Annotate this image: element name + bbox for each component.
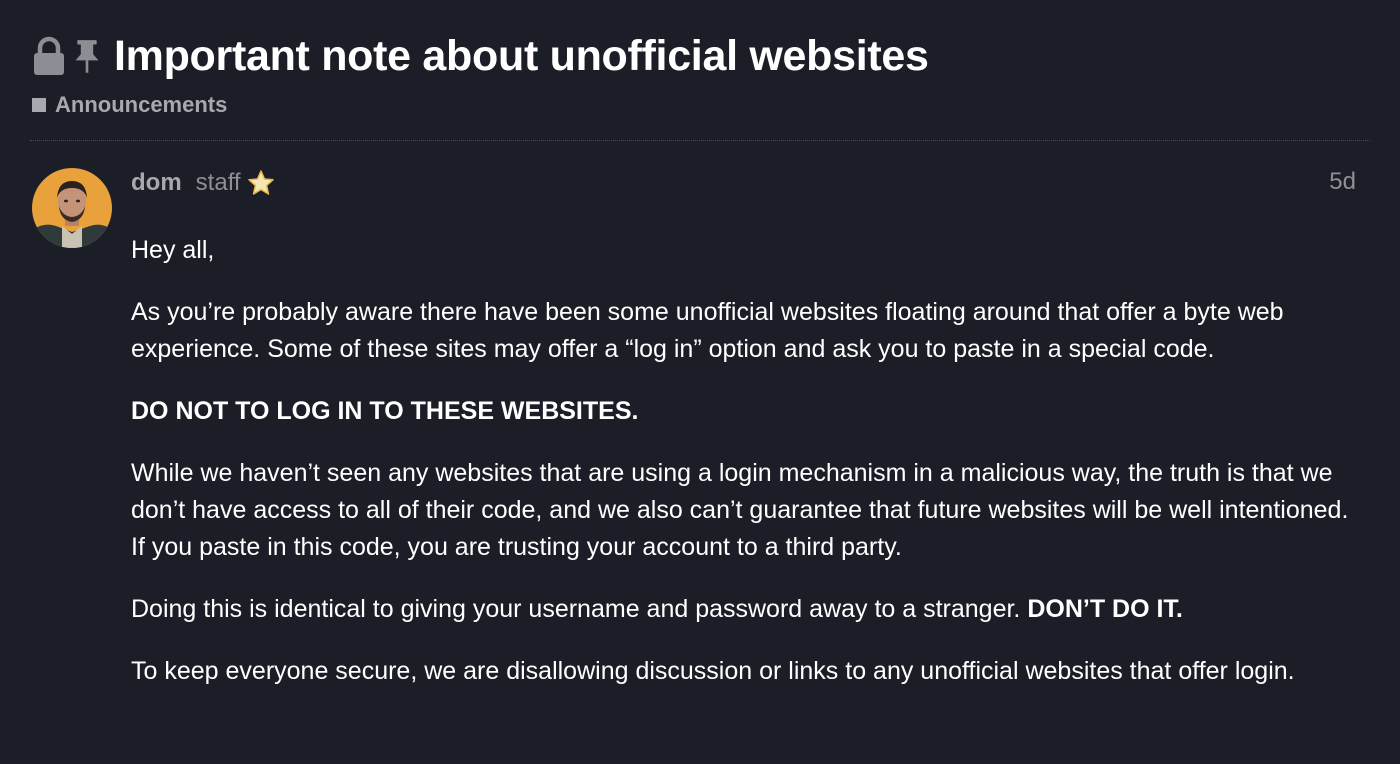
comparison-text: Doing this is identical to giving your u… bbox=[131, 595, 1021, 623]
category-badge[interactable]: Announcements bbox=[32, 92, 227, 118]
star-icon bbox=[247, 170, 274, 195]
avatar[interactable] bbox=[32, 168, 112, 248]
paragraph-comparison: Doing this is identical to giving your u… bbox=[131, 591, 1361, 628]
paragraph-greeting: Hey all, bbox=[131, 236, 215, 264]
category-color-square bbox=[32, 98, 46, 112]
avatar-image bbox=[32, 168, 112, 248]
topic-title-row: Important note about unofficial websites bbox=[32, 28, 929, 84]
lock-icon bbox=[34, 36, 64, 75]
comparison-emphasis: DON’T DO IT. bbox=[1027, 595, 1183, 623]
post-body: Hey all, As you’re probably aware there … bbox=[131, 232, 1361, 715]
topic-divider bbox=[30, 140, 1370, 141]
category-label: Announcements bbox=[55, 92, 228, 117]
topic-title[interactable]: Important note about unofficial websites bbox=[114, 32, 929, 81]
pin-icon bbox=[75, 40, 99, 73]
post-header: dom staff bbox=[131, 166, 275, 200]
username[interactable]: dom bbox=[131, 169, 182, 197]
warning-text: DO NOT TO LOG IN TO THESE WEBSITES. bbox=[131, 397, 639, 425]
paragraph-intro: As you’re probably aware there have been… bbox=[131, 298, 1284, 363]
user-title: staff bbox=[195, 169, 241, 196]
paragraph-warning: DO NOT TO LOG IN TO THESE WEBSITES. bbox=[131, 393, 1361, 430]
post-date[interactable]: 5d bbox=[1329, 168, 1356, 196]
topic-page: Important note about unofficial websites… bbox=[0, 0, 1400, 764]
paragraph-policy: To keep everyone secure, we are disallow… bbox=[131, 657, 1295, 685]
paragraph-explanation: While we haven’t seen any websites that … bbox=[131, 459, 1349, 561]
